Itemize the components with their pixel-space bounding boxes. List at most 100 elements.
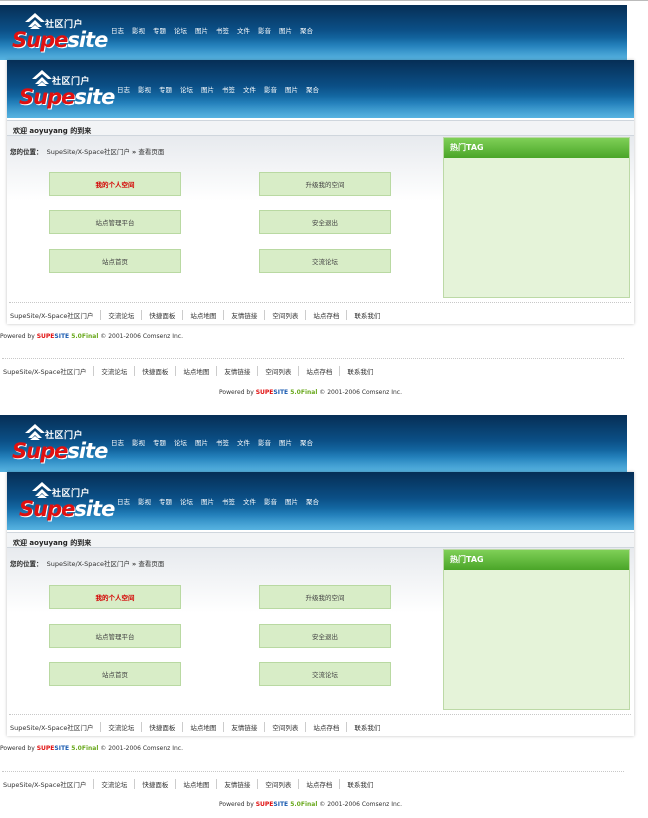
- nav-item[interactable]: 论坛: [180, 496, 201, 506]
- footer-link[interactable]: SupeSite/X-Space社区门户: [3, 366, 93, 376]
- footer-link[interactable]: 空间列表: [257, 779, 298, 789]
- footer-link[interactable]: 快捷面板: [134, 366, 175, 376]
- nav-item[interactable]: 图片: [285, 84, 306, 94]
- nav-item[interactable]: 图片: [195, 437, 216, 447]
- nav-item[interactable]: 日志: [117, 496, 138, 506]
- footer-link[interactable]: 交流论坛: [93, 779, 134, 789]
- footer-link[interactable]: 交流论坛: [100, 310, 141, 320]
- footer-link[interactable]: 交流论坛: [93, 366, 134, 376]
- inner-nav: 日志 影视 专题 论坛 图片 书签 文件 影音 图片 聚合: [117, 84, 327, 94]
- footer-link[interactable]: 联系我们: [339, 366, 380, 376]
- forum-button[interactable]: 交流论坛: [259, 249, 391, 273]
- logout-button[interactable]: 安全退出: [259, 210, 391, 234]
- nav-item[interactable]: 影视: [138, 496, 159, 506]
- powered-by-outer: Powered by SUPESITE 5.0Final © 2001-2006…: [219, 389, 402, 396]
- content-area: 您的位置： SupeSite/X-Space社区门户 » 查看页面 我的个人空间…: [7, 136, 634, 298]
- footer-link[interactable]: 站点存档: [305, 722, 346, 732]
- admin-platform-button[interactable]: 站点管理平台: [49, 210, 181, 234]
- nav-item[interactable]: 图片: [201, 84, 222, 94]
- footer-link[interactable]: SupeSite/X-Space社区门户: [10, 310, 100, 320]
- my-space-button[interactable]: 我的个人空间: [49, 172, 181, 196]
- footer-link[interactable]: 联系我们: [339, 779, 380, 789]
- footer-link[interactable]: 站点地图: [175, 779, 216, 789]
- nav-item[interactable]: 影音: [264, 496, 285, 506]
- footer-link[interactable]: 站点地图: [175, 366, 216, 376]
- nav-item[interactable]: 专题: [159, 496, 180, 506]
- nav-item[interactable]: 影音: [264, 84, 285, 94]
- inner-panel: 社区门户 Supesite 日志 影视 专题 论坛 图片 书签 文件 影音 图片…: [7, 60, 634, 324]
- footer-link[interactable]: 空间列表: [264, 310, 305, 320]
- footer-link[interactable]: 站点存档: [298, 366, 339, 376]
- logo-wordmark: Supesite: [19, 85, 115, 109]
- footer-link[interactable]: 快捷面板: [141, 722, 182, 732]
- nav-item[interactable]: 图片: [279, 437, 300, 447]
- nav-item[interactable]: 图片: [195, 25, 216, 35]
- footer-link[interactable]: 站点地图: [182, 722, 223, 732]
- nav-item[interactable]: 影视: [132, 25, 153, 35]
- forum-button[interactable]: 交流论坛: [259, 662, 391, 686]
- nav-item[interactable]: 书签: [216, 25, 237, 35]
- nav-item[interactable]: 专题: [159, 84, 180, 94]
- nav-item[interactable]: 聚合: [300, 437, 321, 447]
- footer-link[interactable]: 友情链接: [216, 779, 257, 789]
- footer-link[interactable]: 友情链接: [216, 366, 257, 376]
- nav-item[interactable]: 书签: [222, 496, 243, 506]
- content-area: 您的位置： SupeSite/X-Space社区门户 » 查看页面 我的个人空间…: [7, 548, 634, 710]
- inner-banner-2: 社区门户 Supesite 日志 影视 专题 论坛 图片 书签 文件 影音 图片…: [7, 472, 634, 530]
- nav-item[interactable]: 文件: [237, 437, 258, 447]
- nav-item[interactable]: 书签: [216, 437, 237, 447]
- nav-item[interactable]: 书签: [222, 84, 243, 94]
- site-logo[interactable]: 社区门户 Supesite: [12, 421, 108, 465]
- site-logo[interactable]: 社区门户 Supesite: [19, 479, 115, 523]
- nav-item[interactable]: 专题: [153, 437, 174, 447]
- nav-item[interactable]: 日志: [111, 437, 132, 447]
- footer-link[interactable]: 交流论坛: [100, 722, 141, 732]
- site-logo[interactable]: 社区门户 Supesite: [12, 10, 108, 54]
- nav-item[interactable]: 聚合: [306, 84, 327, 94]
- footer-link[interactable]: 友情链接: [223, 722, 264, 732]
- nav-item[interactable]: 图片: [201, 496, 222, 506]
- footer-link[interactable]: 站点地图: [182, 310, 223, 320]
- my-space-button[interactable]: 我的个人空间: [49, 585, 181, 609]
- nav-item[interactable]: 日志: [111, 25, 132, 35]
- nav-item[interactable]: 论坛: [180, 84, 201, 94]
- footer-link[interactable]: SupeSite/X-Space社区门户: [3, 779, 93, 789]
- footer-link[interactable]: 站点存档: [298, 779, 339, 789]
- nav-item[interactable]: 专题: [153, 25, 174, 35]
- footer-link[interactable]: 联系我们: [346, 310, 387, 320]
- nav-item[interactable]: 聚合: [306, 496, 327, 506]
- site-home-button[interactable]: 站点首页: [49, 662, 181, 686]
- nav-item[interactable]: 影视: [138, 84, 159, 94]
- footer-link[interactable]: SupeSite/X-Space社区门户: [10, 722, 100, 732]
- logo-wordmark: Supesite: [12, 28, 108, 52]
- footer-link[interactable]: 空间列表: [257, 366, 298, 376]
- site-logo[interactable]: 社区门户 Supesite: [19, 67, 115, 111]
- footer-link[interactable]: 联系我们: [346, 722, 387, 732]
- nav-item[interactable]: 论坛: [174, 437, 195, 447]
- site-home-button[interactable]: 站点首页: [49, 249, 181, 273]
- nav-item[interactable]: 影音: [258, 437, 279, 447]
- footer-divider: [9, 302, 631, 303]
- upgrade-space-button[interactable]: 升级我的空间: [259, 585, 391, 609]
- footer-link[interactable]: 友情链接: [223, 310, 264, 320]
- nav-item[interactable]: 文件: [243, 496, 264, 506]
- footer-link[interactable]: 快捷面板: [141, 310, 182, 320]
- admin-platform-button[interactable]: 站点管理平台: [49, 624, 181, 648]
- nav-item[interactable]: 影视: [132, 437, 153, 447]
- logout-button[interactable]: 安全退出: [259, 624, 391, 648]
- nav-item[interactable]: 日志: [117, 84, 138, 94]
- outer-banner-2: 社区门户 Supesite 日志 影视 专题 论坛 图片 书签 文件 影音 图片…: [0, 415, 627, 472]
- nav-item[interactable]: 影音: [258, 25, 279, 35]
- nav-item[interactable]: 图片: [279, 25, 300, 35]
- footer-link[interactable]: 站点存档: [305, 310, 346, 320]
- nav-item[interactable]: 图片: [285, 496, 306, 506]
- breadcrumb-site-link[interactable]: SupeSite/X-Space社区门户: [47, 560, 130, 568]
- footer-link[interactable]: 空间列表: [264, 722, 305, 732]
- nav-item[interactable]: 文件: [243, 84, 264, 94]
- nav-item[interactable]: 论坛: [174, 25, 195, 35]
- footer-link[interactable]: 快捷面板: [134, 779, 175, 789]
- nav-item[interactable]: 聚合: [300, 25, 321, 35]
- breadcrumb-site-link[interactable]: SupeSite/X-Space社区门户: [47, 148, 130, 156]
- upgrade-space-button[interactable]: 升级我的空间: [259, 172, 391, 196]
- nav-item[interactable]: 文件: [237, 25, 258, 35]
